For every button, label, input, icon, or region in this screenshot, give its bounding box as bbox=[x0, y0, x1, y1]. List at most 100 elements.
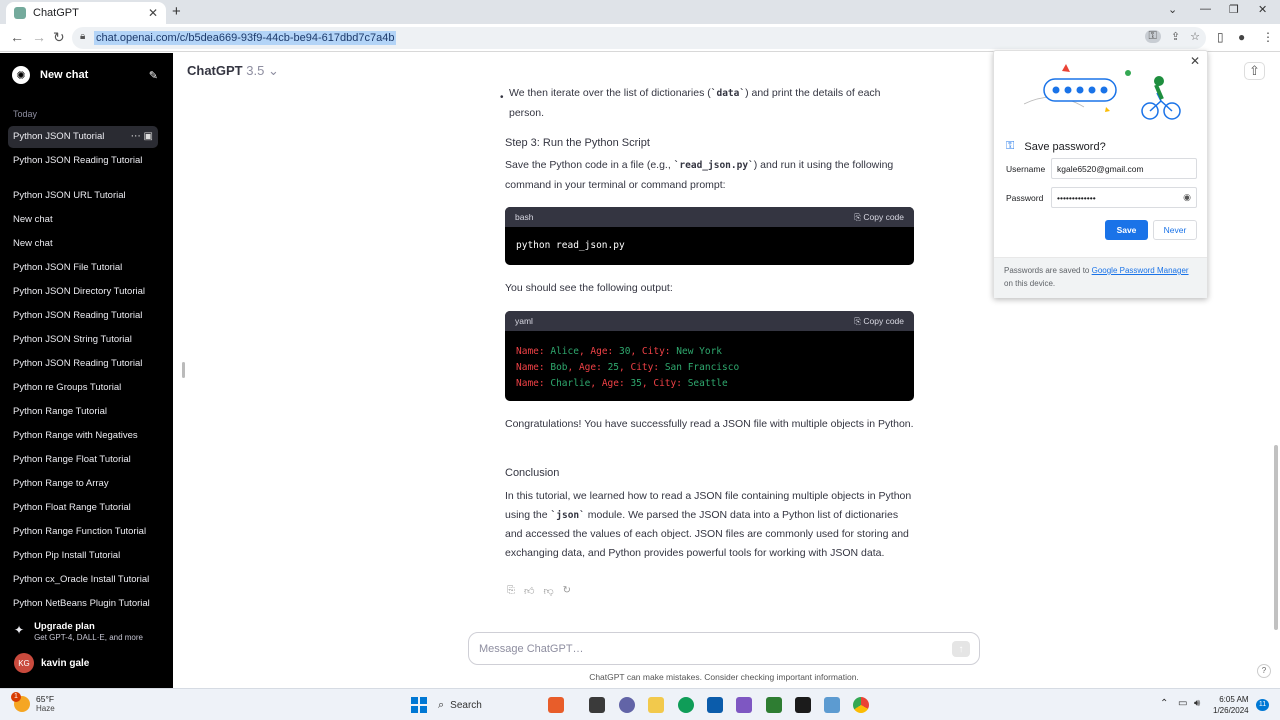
sidebar-history-item[interactable]: Python JSON String Tutorial bbox=[8, 329, 158, 351]
weather-badge: 1 bbox=[11, 691, 21, 702]
chat-options-icon[interactable]: ⋯ ▣ bbox=[131, 126, 153, 148]
upgrade-plan-button[interactable]: ✦ Upgrade plan Get GPT-4, DALL·E, and mo… bbox=[14, 621, 164, 642]
weather-widget[interactable]: 1 65°F Haze bbox=[11, 691, 55, 713]
volume-icon[interactable]: 🔊︎ bbox=[1194, 698, 1200, 709]
image-app-icon[interactable] bbox=[824, 697, 840, 713]
sidebar-history-item[interactable]: New chat bbox=[8, 233, 158, 255]
chat-app-icon[interactable] bbox=[619, 697, 635, 713]
taskbar-clock[interactable]: 6:05 AM 1/26/2024 bbox=[1213, 694, 1249, 716]
profile-icon[interactable]: ● bbox=[1238, 30, 1245, 44]
yaml-key: , Age: bbox=[578, 346, 614, 357]
copy-code-button[interactable]: ⎘ Copy code bbox=[854, 212, 904, 223]
file-explorer-icon[interactable] bbox=[648, 697, 664, 713]
sidebar-history-item[interactable]: Python re Groups Tutorial bbox=[8, 377, 158, 399]
password-manager-link[interactable]: Google Password Manager bbox=[1092, 266, 1189, 275]
password-field[interactable]: ••••••••••••• ◉ bbox=[1051, 187, 1197, 208]
sidebar-history-item[interactable]: Python cx_Oracle Install Tutorial bbox=[8, 569, 158, 591]
vpn-app-icon[interactable] bbox=[736, 697, 752, 713]
sidebar-history-item[interactable]: Python Range with Negatives bbox=[8, 425, 158, 447]
forward-icon[interactable]: → bbox=[32, 29, 46, 45]
sidebar-history-item[interactable]: Python Range Float Tutorial bbox=[8, 449, 158, 471]
sidebar-history-item[interactable]: Python Float Range Tutorial bbox=[8, 497, 158, 519]
eye-icon[interactable]: ◉ bbox=[1183, 192, 1191, 203]
username-label: Username bbox=[1006, 164, 1046, 174]
disclaimer: ChatGPT can make mistakes. Consider chec… bbox=[589, 672, 859, 682]
sidebar-history-item[interactable]: Python JSON Reading Tutorial bbox=[8, 305, 158, 327]
yaml-key: , City: bbox=[641, 378, 682, 389]
address-bar[interactable]: 🔒︎ chat.openai.com/c/b5dea669-93f9-44cb-… bbox=[72, 27, 1206, 49]
site-info-icon[interactable]: 🔒︎ bbox=[80, 31, 85, 42]
taskbar-search-label: Search bbox=[450, 699, 482, 711]
side-panel-icon[interactable]: ▯ bbox=[1217, 30, 1224, 44]
reload-icon[interactable]: ↻ bbox=[53, 29, 65, 46]
save-password-button[interactable]: Save bbox=[1105, 220, 1148, 240]
yaml-value: Bob bbox=[550, 362, 568, 373]
sidebar-history-item[interactable]: Python JSON File Tutorial bbox=[8, 257, 158, 279]
windows-start-icon[interactable] bbox=[411, 697, 427, 713]
conclusion-heading: Conclusion bbox=[505, 467, 560, 479]
menu-dots-icon[interactable]: ⋮ bbox=[1262, 30, 1274, 44]
password-key-icon[interactable]: ⚿ bbox=[1144, 30, 1161, 43]
sparkle-icon: ✦ bbox=[14, 623, 25, 637]
edge-browser-icon[interactable] bbox=[678, 697, 694, 713]
send-arrow-icon[interactable]: ↑ bbox=[952, 641, 970, 657]
share-chat-icon[interactable]: ⇧ bbox=[1244, 62, 1265, 80]
yaml-key: Name: bbox=[516, 346, 545, 357]
minimize-icon[interactable]: — bbox=[1200, 3, 1211, 15]
sidebar-history-item[interactable]: Python Range to Array bbox=[8, 473, 158, 495]
share-page-icon[interactable]: ⇪ bbox=[1171, 30, 1180, 43]
notepad-app-icon[interactable] bbox=[766, 697, 782, 713]
sidebar-history-item[interactable]: Python JSON URL Tutorial bbox=[8, 185, 158, 207]
thumbs-down-icon[interactable]: 👎︎ bbox=[543, 585, 553, 597]
tab-search-icon[interactable]: ⌄ bbox=[1168, 3, 1177, 16]
edit-icon[interactable]: ✎ bbox=[149, 69, 158, 82]
regenerate-icon[interactable]: ↻ bbox=[563, 585, 571, 597]
yaml-value: Seattle bbox=[687, 378, 728, 389]
save-password-title-text: Save password? bbox=[1024, 140, 1106, 153]
sidebar-history-label: Python Range Function Tutorial bbox=[13, 526, 147, 537]
never-button[interactable]: Never bbox=[1153, 220, 1197, 240]
sidebar-history-item[interactable]: Python JSON Directory Tutorial bbox=[8, 281, 158, 303]
message-input[interactable]: Message ChatGPT… ↑ bbox=[468, 632, 980, 665]
sidebar-history-item[interactable]: New chat bbox=[8, 209, 158, 231]
copy-code-button[interactable]: ⎘ Copy code bbox=[854, 316, 904, 327]
new-tab-icon[interactable]: + bbox=[172, 3, 181, 20]
network-icon[interactable]: ▭ bbox=[1178, 698, 1187, 709]
terminal-app-icon[interactable] bbox=[795, 697, 811, 713]
sidebar-history-item[interactable]: Python NetBeans Plugin Tutorial bbox=[8, 593, 158, 615]
browser-tab[interactable]: ChatGPT ✕ bbox=[6, 2, 166, 24]
output-line: Name: Alice, Age: 30, City: New York bbox=[516, 344, 903, 360]
model-selector[interactable]: ChatGPT 3.5 ⌄ bbox=[187, 63, 279, 79]
sidebar-history-item[interactable]: Python Range Function Tutorial bbox=[8, 521, 158, 543]
task-view-icon[interactable] bbox=[589, 697, 605, 713]
restore-icon[interactable]: ❐ bbox=[1229, 3, 1239, 16]
help-icon[interactable]: ? bbox=[1257, 664, 1271, 678]
close-window-icon[interactable]: ✕ bbox=[1258, 3, 1267, 16]
code-header: yaml ⎘ Copy code bbox=[505, 311, 914, 331]
weather-sun-icon: 1 bbox=[11, 691, 30, 712]
sidebar-history-item[interactable]: Python JSON Tutorial ⋯ ▣ bbox=[8, 126, 158, 148]
bookmark-star-icon[interactable]: ☆ bbox=[1190, 30, 1200, 43]
scrollbar[interactable] bbox=[1274, 445, 1278, 630]
sidebar-history-item[interactable]: Python Range Tutorial bbox=[8, 401, 158, 423]
user-menu[interactable]: KG kavin gale bbox=[14, 653, 89, 673]
gift-app-icon[interactable] bbox=[548, 697, 564, 713]
close-tab-icon[interactable]: ✕ bbox=[148, 6, 158, 20]
close-icon[interactable]: ✕ bbox=[1190, 54, 1200, 68]
sidebar-history-item[interactable]: Python JSON Reading Tutorial bbox=[8, 353, 158, 375]
store-app-icon[interactable] bbox=[707, 697, 723, 713]
thumbs-up-icon[interactable]: 👍︎ bbox=[524, 585, 534, 597]
notification-badge[interactable]: 11 bbox=[1256, 699, 1269, 711]
chrome-browser-icon[interactable] bbox=[853, 697, 869, 713]
copy-icon[interactable]: ⎘ bbox=[507, 585, 515, 597]
back-icon[interactable]: ← bbox=[10, 29, 24, 45]
sidebar-history-item[interactable]: Python JSON Reading Tutorial bbox=[8, 150, 158, 172]
tray-overflow-icon[interactable]: ⌃ bbox=[1160, 698, 1168, 709]
copy-label: Copy code bbox=[863, 315, 904, 326]
sidebar-history-item[interactable]: Python Pip Install Tutorial bbox=[8, 545, 158, 567]
new-chat-button[interactable]: ✺ New chat ✎ bbox=[8, 63, 158, 87]
username-field[interactable]: kgale6520@gmail.com bbox=[1051, 158, 1197, 179]
taskbar-search[interactable]: ⌕ Search bbox=[438, 695, 538, 715]
sidebar-history-label: Python JSON Reading Tutorial bbox=[13, 310, 143, 321]
sidebar-collapse-handle[interactable] bbox=[182, 362, 185, 378]
